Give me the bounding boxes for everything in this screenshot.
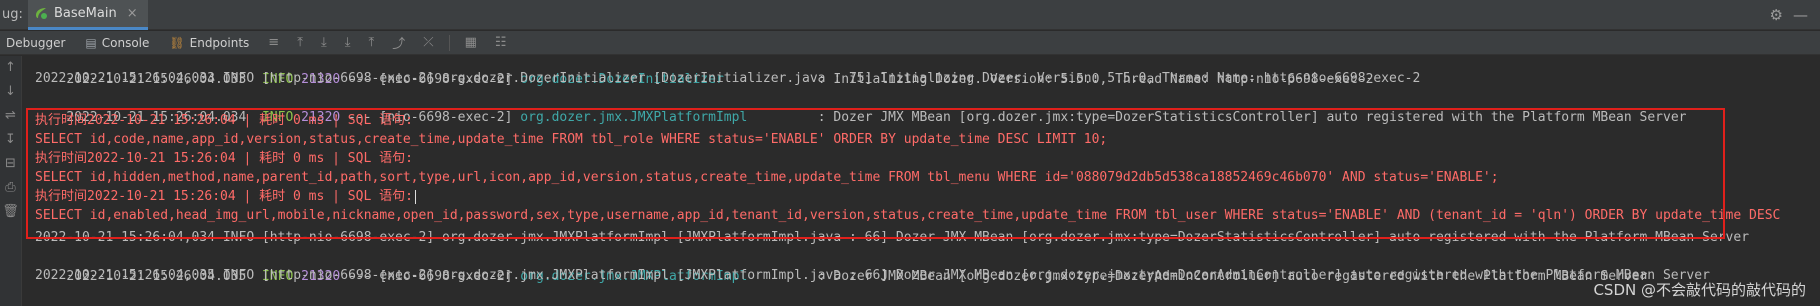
console-icon: ▤ [85,35,97,50]
scroll-up-icon[interactable]: ↑ [5,56,16,80]
csdn-watermark: CSDN @不会敲代码的敲代码的 [1593,281,1806,299]
tab-endpoints-label: Endpoints [189,35,250,50]
soft-wrap-icon[interactable]: ⇌ [5,104,16,128]
minimize-icon[interactable]: — [1793,6,1808,24]
debug-toolbar: Debugger ▤ Console ⛓ Endpoints ≡ ⤒ ⤓ ⤓ ⤒… [0,31,1820,55]
vertical-scrollbar[interactable] [1810,56,1820,306]
log-line: 2022-10-21 15:26:04.034 INFO 21320 --- [… [66,110,1687,125]
sql-log-header: 执行时间2022-10-21 15:26:04 | 耗时 0 ms | SQL … [35,187,416,207]
sql-log-header: 执行时间2022-10-21 15:26:04 | 耗时 0 ms | SQL … [35,151,413,166]
scroll-to-end-icon[interactable]: ↧ [5,128,16,152]
step-out-icon[interactable]: ⤒ [359,35,383,50]
log-line: 2022-10-21 15:26:04,033 INFO [http-nio-6… [35,71,1421,86]
sql-statement: SELECT id,hidden,method,name,parent_id,p… [35,170,1499,185]
text-caret [414,189,416,204]
tab-debugger-label: Debugger [6,35,66,50]
sql-statement: SELECT id,code,name,app_id,version,statu… [35,132,1108,147]
print-icon[interactable]: ⎙ [5,176,15,200]
console-output[interactable]: 2022-10-21 15:26:04.033 INFO 21320 --- [… [23,56,1820,306]
gear-icon[interactable]: ⚙ [1770,6,1783,24]
tab-debugger[interactable]: Debugger [0,31,75,55]
run-tab-bar: ug: BaseMain × ⚙ — [0,0,1820,30]
clear-all-icon[interactable]: 🗑 [2,200,19,224]
drop-frame-icon[interactable]: ⤴ [383,33,414,52]
sql-statement: SELECT id,enabled,head_img_url,mobile,ni… [35,208,1781,223]
scroll-down-icon[interactable]: ↓ [5,80,16,104]
run-tab-basemain[interactable]: BaseMain × [28,0,148,30]
evaluate-expression-icon[interactable]: ▦ [456,35,486,50]
tab-console[interactable]: ▤ Console [75,31,159,55]
log-line: 2022-10-21 15:26:04,035 INFO [http-nio-6… [35,268,1710,283]
trace-icon[interactable]: ☷ [486,35,516,50]
step-over-icon[interactable]: ⤒ [288,35,312,50]
toolbar-divider [448,34,450,51]
close-icon[interactable]: × [127,6,138,21]
run-tab-label: BaseMain [54,5,117,21]
menu-icon[interactable]: ≡ [259,35,288,50]
force-step-into-icon[interactable]: ⤓ [336,35,360,50]
collapse-icon[interactable]: ⊟ [5,152,16,176]
run-to-cursor-icon[interactable]: ⤫ [414,35,442,50]
sql-log-header: 执行时间2022-10-21 15:26:04 | 耗时 0 ms | SQL … [35,113,413,128]
console-action-gutter: ↑ ↓ ⇌ ↧ ⊟ ⎙ 🗑 [0,56,22,306]
tab-console-label: Console [101,35,150,50]
spring-boot-icon [36,8,47,19]
endpoints-icon: ⛓ [169,35,185,50]
tab-endpoints[interactable]: ⛓ Endpoints [159,31,259,55]
log-line: 2022-10-21 15:26:04,034 INFO [http-nio-6… [35,230,1750,245]
log-line: 2022-10-21 15:26:04.033 INFO 21320 --- [… [66,72,1374,87]
tool-window-prefix: ug: [2,7,23,22]
log-line: 2022-10-21 15:26:04.035 INFO 21320 --- [… [66,269,1648,284]
step-into-icon[interactable]: ⤓ [312,35,336,50]
